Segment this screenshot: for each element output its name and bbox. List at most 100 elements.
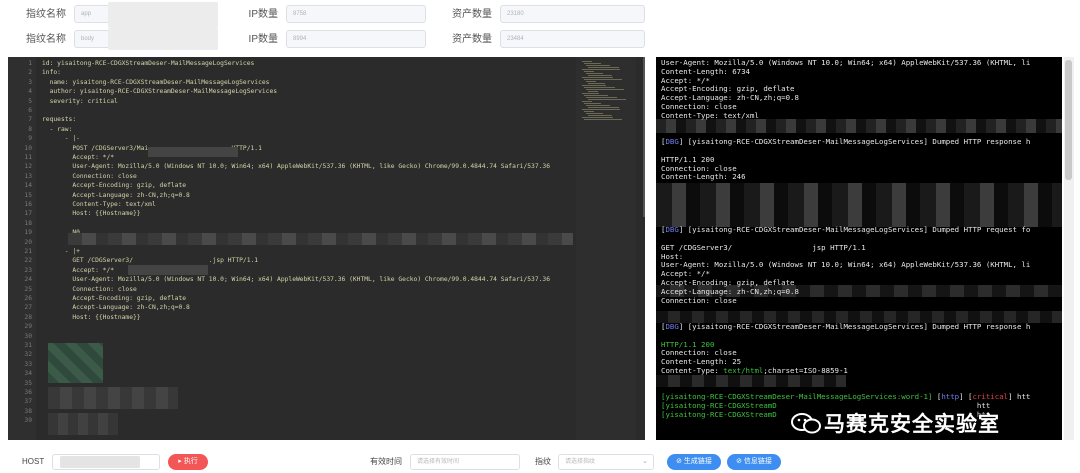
- code-line: name: yisaitong-RCE-CDGXStreamDeser-Mail…: [42, 78, 270, 86]
- terminal-text: Connection: close: [661, 163, 737, 173]
- terminal-text: [yisaitong-RCE-CDGXStreamD: [661, 401, 777, 411]
- terminal-text: Connection: close: [661, 102, 737, 111]
- minimap-line: [586, 97, 617, 98]
- yaml-code-editor[interactable]: 1 2 3 4 5 6 7 8 9 10 11 12 13 14 15 16 17 18 19 20 21 22 23 24 2…: [8, 57, 645, 440]
- terminal-line: Accept: */*: [661, 76, 710, 85]
- minimap-line: [584, 95, 608, 96]
- line-number: 36: [24, 389, 32, 396]
- line-number: 15: [24, 191, 32, 199]
- terminal-text: Accept-Encoding: gzip, deflate: [661, 84, 795, 94]
- host-label: HOST: [22, 457, 45, 466]
- minimap-line: [584, 103, 601, 104]
- minimap-line: [586, 105, 610, 106]
- terminal-line: Accept-Encoding: gzip, deflate: [661, 278, 795, 287]
- ip-count-label: IP数量: [248, 9, 278, 20]
- code-line: - |-: [42, 135, 80, 143]
- info-link-button[interactable]: ⊘ 信息链接: [727, 454, 781, 470]
- terminal-text: Content-Length: 246: [661, 172, 746, 182]
- line-number: 28: [24, 313, 32, 321]
- terminal-text: Accept: */*: [661, 269, 710, 279]
- line-number: 11: [24, 154, 32, 161]
- redacted-output-2: [656, 183, 1062, 227]
- redacted-code-4: [48, 343, 103, 383]
- terminal-text: Accept-Language: zh-CN,zh;q=0.8: [661, 286, 799, 296]
- generate-link-button[interactable]: ⊘ 生成链接: [667, 454, 721, 470]
- terminal-text: ;charset=ISO-8859-1: [763, 366, 848, 375]
- redacted-code-6: [48, 413, 118, 435]
- line-number-gutter: 1 2 3 4 5 6 7 8 9 10 11 12 13 14 15 16 17 18 19 20 21 22 23 24 2…: [8, 57, 36, 440]
- terminal-text: Accept-Encoding: gzip, deflate: [661, 278, 795, 287]
- terminal-line: [DBG] [yisaitong-RCE-CDGXStreamDeser-Mai…: [661, 225, 1030, 234]
- wechat-icon: [790, 411, 824, 435]
- scan-output-terminal: User-Agent: Mozilla/5.0 (Windows NT 10.0…: [656, 57, 1062, 440]
- terminal-text: Accept: */*: [661, 75, 710, 85]
- code-line: Accept: */*: [42, 154, 115, 161]
- redacted-output-1: [656, 119, 1062, 133]
- line-number: 35: [24, 379, 32, 387]
- line-number: 31: [24, 342, 32, 349]
- minimap-line: [582, 109, 620, 110]
- line-number: 27: [24, 304, 32, 312]
- terminal-line: [yisaitong-RCE-CDGXStreamDeser-MailMessa…: [661, 392, 1030, 401]
- terminal-line: User-Agent: Mozilla/5.0 (Windows NT 10.0…: [661, 260, 1030, 269]
- terminal-text: DBG: [665, 322, 679, 331]
- asset-count-input[interactable]: 23180: [500, 5, 645, 23]
- terminal-text: Connection: close: [661, 348, 737, 358]
- line-number: 5: [28, 97, 32, 105]
- terminal-text: ] [yisaitong-RCE-CDGXStreamDeser-MailMes…: [678, 225, 1031, 235]
- minimap-line: [584, 63, 601, 64]
- terminal-text: HTTP/1.1 200: [661, 154, 715, 164]
- ip-count-input-2[interactable]: 8994: [286, 30, 426, 48]
- line-number: 32: [24, 351, 32, 359]
- fingerprint-select[interactable]: 请选择指纹 ⌄: [558, 454, 654, 470]
- valid-time-select[interactable]: 请选择有效时间: [410, 454, 520, 470]
- ip-count-label-2: IP数量: [248, 34, 278, 45]
- code-line: info:: [42, 69, 61, 77]
- redacted-output-5: [656, 375, 846, 387]
- terminal-line: Connection: close: [661, 102, 737, 111]
- terminal-scrollbar-thumb[interactable]: [1065, 60, 1072, 180]
- line-number: 23: [24, 266, 32, 274]
- asset-count-label: 资产数量: [452, 9, 492, 20]
- form-row-2: 指纹名称 body IP数量 8994 资产数量 23484: [0, 28, 1080, 50]
- line-number: 19: [24, 229, 32, 237]
- terminal-text: ] [yisaitong-RCE-CDGXStreamDeser-MailMes…: [678, 137, 1031, 147]
- terminal-line: Accept-Encoding: gzip, deflate: [661, 84, 795, 93]
- line-number: 16: [24, 201, 32, 208]
- redacted-code-5: [48, 387, 178, 409]
- redacted-area: [108, 2, 218, 28]
- line-number: 8: [28, 125, 32, 133]
- minimap-line: [586, 65, 610, 66]
- minimap-line: [586, 73, 603, 74]
- editor-scrollbar[interactable]: [643, 57, 645, 217]
- terminal-line: User-Agent: Mozilla/5.0 (Windows NT 10.0…: [661, 58, 1030, 67]
- terminal-text: Connection: close: [661, 295, 737, 305]
- line-number: 14: [24, 182, 32, 190]
- code-line: author: yisaitong-RCE-CDGXStreamDeser-Ma…: [42, 88, 278, 96]
- code-line: Content-Type: text/xml: [42, 201, 156, 208]
- line-number: 25: [24, 285, 32, 293]
- terminal-line: Accept: */*: [661, 269, 710, 278]
- terminal-text: User-Agent: Mozilla/5.0 (Windows NT 10.0…: [661, 260, 1031, 270]
- valid-time-label: 有效时间: [370, 457, 402, 466]
- code-line: Host: {{Hostname}}: [42, 313, 141, 321]
- terminal-line: Content-Type: text/xml: [661, 111, 759, 120]
- line-number: 33: [24, 360, 32, 368]
- code-line: - raw:: [42, 125, 73, 133]
- terminal-line: [DBG] [yisaitong-RCE-CDGXStreamDeser-Mai…: [661, 137, 1030, 146]
- minimap-line: [584, 87, 615, 88]
- bottom-toolbar: HOST ▸ 执行 有效时间 请选择有效时间 指纹 请选择指纹 ⌄ ⊘ 生成链接 …: [0, 452, 1080, 472]
- asset-count-input-2[interactable]: 23484: [500, 30, 645, 48]
- run-button[interactable]: ▸ 执行: [168, 454, 208, 470]
- minimap-line: [582, 69, 620, 70]
- code-line: GET /CDGServer3/ .jsp HTTP/1.1: [42, 257, 259, 265]
- terminal-line: Connection: close: [661, 164, 737, 173]
- minimap-line: [584, 79, 622, 80]
- code-line: Accept-Encoding: gzip, deflate: [42, 295, 187, 302]
- ip-count-input[interactable]: 8758: [286, 5, 426, 23]
- code-minimap[interactable]: [576, 57, 636, 440]
- code-line: Accept-Language: zh-CN,zh;q=0.8: [42, 191, 190, 199]
- code-line: Accept-Encoding: gzip, deflate: [42, 182, 187, 190]
- terminal-text: [: [932, 392, 942, 402]
- fingerprint-name-label-2: 指纹名称: [26, 34, 66, 45]
